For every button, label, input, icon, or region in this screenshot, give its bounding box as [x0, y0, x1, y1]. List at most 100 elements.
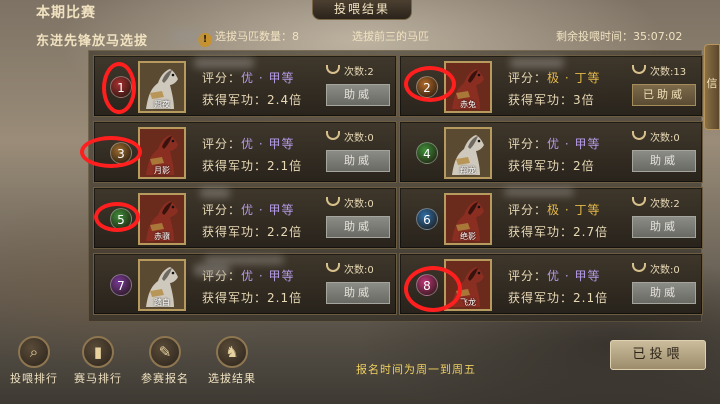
- horn-icon: [632, 197, 646, 206]
- feed-count: 次数:0: [344, 265, 374, 276]
- fed-button[interactable]: 已投喂: [610, 340, 706, 370]
- horse-portrait[interactable]: 赤骥: [138, 193, 186, 245]
- rating-row: 评分：优 · 甲等: [202, 71, 295, 85]
- horse-card: 2 赤兔 评分：极 · 丁等 获得军功：3倍 次数:13 已助威: [399, 55, 703, 117]
- merit-row: 获得军功：2.7倍: [508, 225, 609, 239]
- redacted-area: [200, 188, 230, 198]
- magnifier-icon: ⌕: [18, 336, 50, 368]
- horse-name: 照夜: [154, 100, 170, 109]
- rating-row: 评分：优 · 甲等: [202, 203, 295, 217]
- event-name: 东进先锋放马选拔: [36, 34, 149, 49]
- result-icon: ♞: [216, 336, 248, 368]
- feed-count: 次数:0: [344, 133, 374, 144]
- cheer-button[interactable]: 助威: [632, 282, 696, 304]
- horse-portrait[interactable]: 翔龙: [444, 127, 492, 179]
- grade-tier: 极: [547, 71, 561, 85]
- horse-list-panel: 1 照夜 评分：优 · 甲等 获得军功：2.4倍 次数:2 助威 2 赤兔 评分…: [80, 50, 703, 322]
- horse-portrait[interactable]: 赤兔: [444, 61, 492, 113]
- cheer-button[interactable]: 助威: [632, 150, 696, 172]
- grade-class: 丁等: [574, 71, 601, 85]
- merit-row: 获得军功：2.1倍: [508, 291, 609, 305]
- horse-name: 飞龙: [460, 298, 476, 307]
- horn-icon: [632, 131, 646, 140]
- merit-multiplier: 2.1倍: [267, 159, 303, 173]
- horse-portrait[interactable]: 踏白: [138, 259, 186, 311]
- period-title: 本期比赛: [36, 5, 96, 21]
- cheer-button[interactable]: 助威: [632, 216, 696, 238]
- horse-name: 绝影: [460, 232, 476, 241]
- merit-multiplier: 2倍: [573, 159, 595, 173]
- cheer-button[interactable]: 助威: [326, 216, 390, 238]
- redacted-area: [504, 188, 574, 196]
- merit-row: 获得军功：2.4倍: [202, 93, 303, 107]
- cheer-button[interactable]: 助威: [326, 84, 390, 106]
- horse-portrait[interactable]: 照夜: [138, 61, 186, 113]
- horse-name: 踏白: [154, 298, 170, 307]
- feed-count: 次数:2: [650, 199, 680, 210]
- horse-name: 月影: [154, 166, 170, 175]
- side-tab[interactable]: 信: [704, 44, 720, 130]
- merit-row: 获得军功：2倍: [508, 159, 595, 173]
- cheer-button[interactable]: 助威: [326, 150, 390, 172]
- redacted-area: [194, 264, 230, 276]
- horse-portrait[interactable]: 飞龙: [444, 259, 492, 311]
- cheered-button[interactable]: 已助威: [632, 84, 696, 106]
- grade-tier: 优: [547, 137, 561, 151]
- grade-tier: 优: [241, 137, 255, 151]
- tab-feed-results[interactable]: 投喂结果: [312, 0, 412, 20]
- horn-icon: [632, 263, 646, 272]
- nav-signup[interactable]: ✎ 参赛报名: [135, 336, 195, 386]
- horse-card: 4 翔龙 评分：优 · 甲等 获得军功：2倍 次数:0 助威: [399, 121, 703, 183]
- feed-count: 次数:0: [650, 265, 680, 276]
- grade-class: 甲等: [268, 203, 295, 217]
- merit-row: 获得军功：2.1倍: [202, 291, 303, 305]
- feed-count: 次数:0: [344, 199, 374, 210]
- rank-badge: 4: [416, 142, 438, 164]
- horn-icon: [326, 197, 340, 206]
- horn-icon: [326, 131, 340, 140]
- rating-row: 评分：极 · 丁等: [508, 71, 601, 85]
- grade-tier: 优: [241, 203, 255, 217]
- warning-icon: !: [198, 33, 212, 47]
- remaining-time: 剩余投喂时间：35:07:02: [556, 30, 683, 43]
- nav-feed-ranking[interactable]: ⌕ 投喂排行: [4, 336, 64, 386]
- signup-icon: ✎: [149, 336, 181, 368]
- merit-multiplier: 2.2倍: [267, 225, 303, 239]
- horn-icon: [326, 263, 340, 272]
- grade-tier: 优: [547, 269, 561, 283]
- redacted-area: [204, 256, 284, 264]
- rank-badge: 5: [110, 208, 132, 230]
- horse-card: 3 月影 评分：优 · 甲等 获得军功：2.1倍 次数:0 助威: [80, 121, 397, 183]
- cheer-button[interactable]: 助威: [326, 282, 390, 304]
- nav-selection-results[interactable]: ♞ 选拔结果: [202, 336, 262, 386]
- select-top-info: 选拔前三的马匹: [352, 30, 429, 43]
- merit-multiplier: 2.1倍: [267, 291, 303, 305]
- redacted-area: [510, 58, 564, 68]
- horse-portrait[interactable]: 绝影: [444, 193, 492, 245]
- horse-portrait[interactable]: 月影: [138, 127, 186, 179]
- grade-class: 甲等: [574, 137, 601, 151]
- grade-class: 甲等: [268, 269, 295, 283]
- grade-class: 甲等: [268, 71, 295, 85]
- nav-race-ranking[interactable]: ▮ 赛马排行: [68, 336, 128, 386]
- feed-count: 次数:2: [344, 67, 374, 78]
- grade-class: 甲等: [268, 137, 295, 151]
- merit-multiplier: 2.1倍: [573, 291, 609, 305]
- redacted-area: [194, 58, 254, 68]
- grade-class: 丁等: [574, 203, 601, 217]
- grade-tier: 优: [241, 269, 255, 283]
- horse-name: 赤兔: [460, 100, 476, 109]
- feed-count: 次数:13: [650, 67, 687, 78]
- rating-row: 评分：优 · 甲等: [202, 137, 295, 151]
- rating-row: 评分：优 · 甲等: [508, 137, 601, 151]
- horse-name: 赤骥: [154, 232, 170, 241]
- merit-row: 获得军功：2.1倍: [202, 159, 303, 173]
- merit-multiplier: 2.7倍: [573, 225, 609, 239]
- horn-icon: [632, 65, 646, 74]
- horse-card: 7 踏白 评分：优 · 甲等 获得军功：2.1倍 次数:0 助威: [93, 253, 397, 315]
- horse-card: 8 飞龙 评分：优 · 甲等 获得军功：2.1倍 次数:0 助威: [399, 253, 703, 315]
- rank-badge: 7: [110, 274, 132, 296]
- merit-row: 获得军功：3倍: [508, 93, 595, 107]
- horse-card: 1 照夜 评分：优 · 甲等 获得军功：2.4倍 次数:2 助威: [93, 55, 397, 117]
- event-heading: 本期比赛 东进先锋放马选拔: [36, 2, 148, 49]
